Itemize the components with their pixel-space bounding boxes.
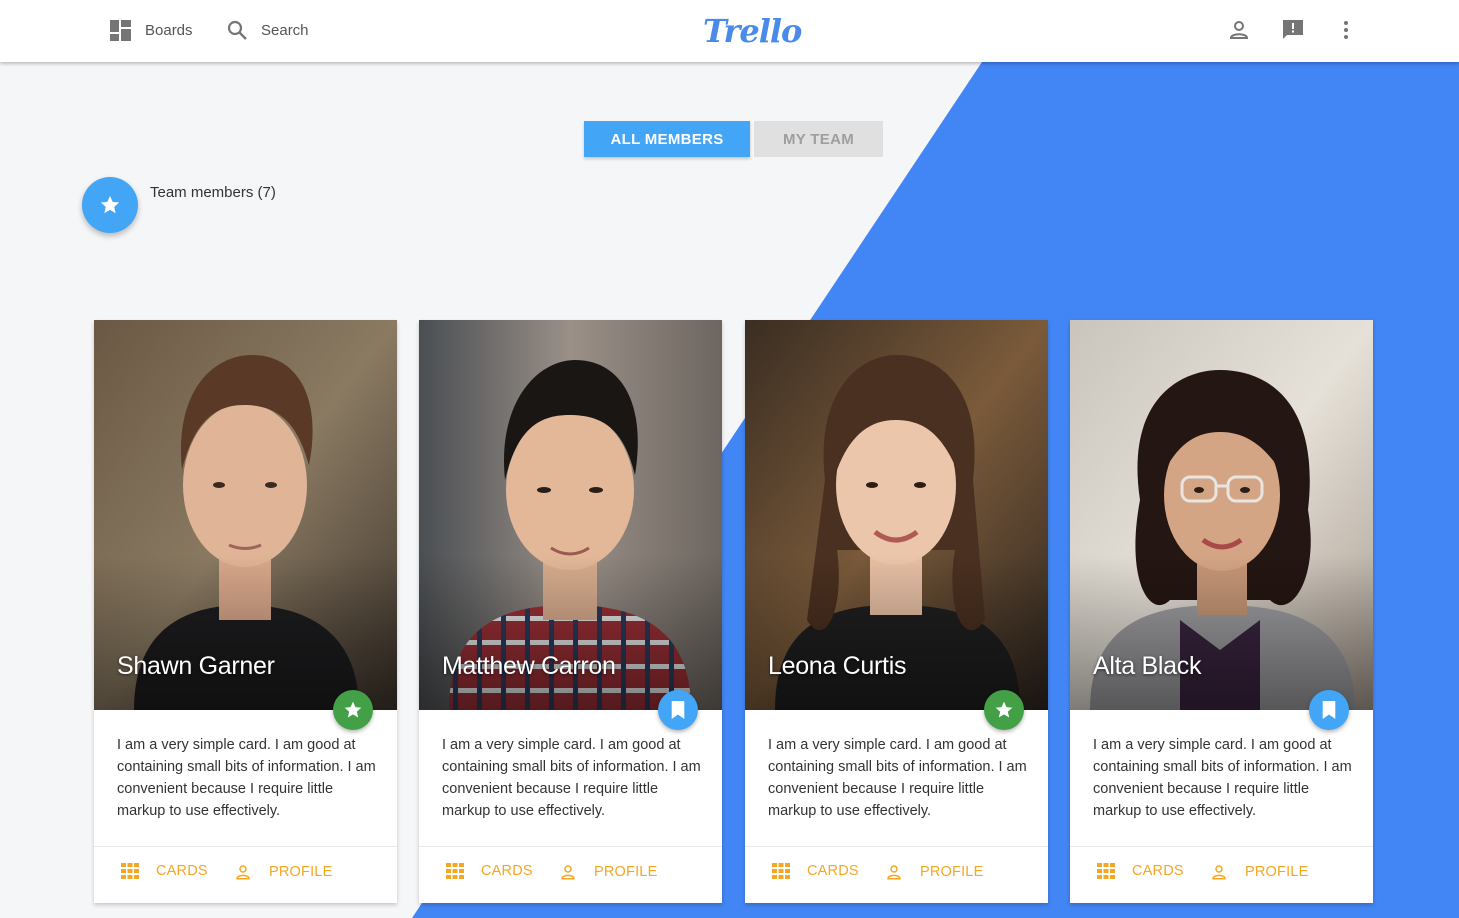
star-icon — [344, 701, 362, 718]
cards-button[interactable]: CARDS — [121, 863, 208, 879]
dashboard-icon — [110, 19, 131, 41]
top-app-bar: Boards Search Trello — [0, 0, 1459, 62]
profile-label: PROFILE — [269, 864, 333, 880]
cards-label: CARDS — [156, 863, 208, 879]
cards-button[interactable]: CARDS — [446, 863, 533, 879]
person-icon — [887, 865, 901, 880]
member-name: Matthew Carron — [442, 652, 616, 680]
feedback-icon[interactable] — [1281, 18, 1305, 42]
card-divider — [94, 846, 397, 847]
card-divider — [745, 846, 1048, 847]
member-description: I am a very simple card. I am good at co… — [442, 737, 701, 819]
cards-button[interactable]: CARDS — [772, 863, 859, 879]
card-divider — [419, 846, 722, 847]
bookmark-button[interactable] — [1309, 690, 1349, 730]
star-icon — [100, 195, 120, 214]
profile-button[interactable]: PROFILE — [559, 863, 657, 881]
grid-icon — [446, 863, 464, 879]
person-icon — [1212, 865, 1226, 880]
profile-label: PROFILE — [594, 864, 658, 880]
search-label: Search — [261, 21, 309, 39]
boards-label: Boards — [145, 21, 193, 39]
star-icon — [995, 701, 1013, 718]
tab-all-members[interactable]: ALL MEMBERS — [584, 121, 750, 157]
favorite-button[interactable] — [984, 690, 1024, 730]
member-name: Alta Black — [1093, 652, 1202, 680]
member-description: I am a very simple card. I am good at co… — [1093, 737, 1352, 819]
profile-label: PROFILE — [920, 864, 984, 880]
search-icon — [227, 20, 247, 40]
bookmark-button[interactable] — [658, 690, 698, 730]
favorite-button[interactable] — [333, 690, 373, 730]
grid-icon — [772, 863, 790, 879]
profile-label: PROFILE — [1245, 864, 1309, 880]
profile-button[interactable]: PROFILE — [885, 863, 983, 881]
boards-nav[interactable]: Boards — [110, 18, 193, 42]
member-description: I am a very simple card. I am good at co… — [117, 737, 376, 819]
cards-label: CARDS — [1132, 863, 1184, 879]
grid-icon — [1097, 863, 1115, 879]
person-icon — [561, 865, 575, 880]
cards-button[interactable]: CARDS — [1097, 863, 1184, 879]
more-vert-icon[interactable] — [1334, 18, 1358, 42]
card-divider — [1070, 846, 1373, 847]
account-icon[interactable] — [1227, 18, 1251, 42]
cards-label: CARDS — [481, 863, 533, 879]
profile-button[interactable]: PROFILE — [1210, 863, 1308, 881]
member-name: Leona Curtis — [768, 652, 907, 680]
trello-logo[interactable]: Trello — [703, 12, 802, 50]
profile-button[interactable]: PROFILE — [234, 863, 332, 881]
tab-my-team[interactable]: MY TEAM — [754, 121, 883, 157]
cards-label: CARDS — [807, 863, 859, 879]
member-card: Shawn Garner I am a very simple card. I … — [94, 320, 397, 903]
grid-icon — [121, 863, 139, 879]
team-star-button[interactable] — [82, 177, 138, 233]
search-nav[interactable]: Search — [227, 18, 309, 42]
member-name: Shawn Garner — [117, 652, 275, 680]
member-card: Leona Curtis I am a very simple card. I … — [745, 320, 1048, 903]
member-card: Matthew Carron I am a very simple card. … — [419, 320, 722, 903]
person-icon — [236, 865, 250, 880]
member-description: I am a very simple card. I am good at co… — [768, 737, 1027, 819]
bookmark-icon — [1322, 701, 1336, 719]
member-card: Alta Black I am a very simple card. I am… — [1070, 320, 1373, 903]
team-members-count: Team members (7) — [150, 184, 276, 201]
bookmark-icon — [671, 701, 685, 719]
